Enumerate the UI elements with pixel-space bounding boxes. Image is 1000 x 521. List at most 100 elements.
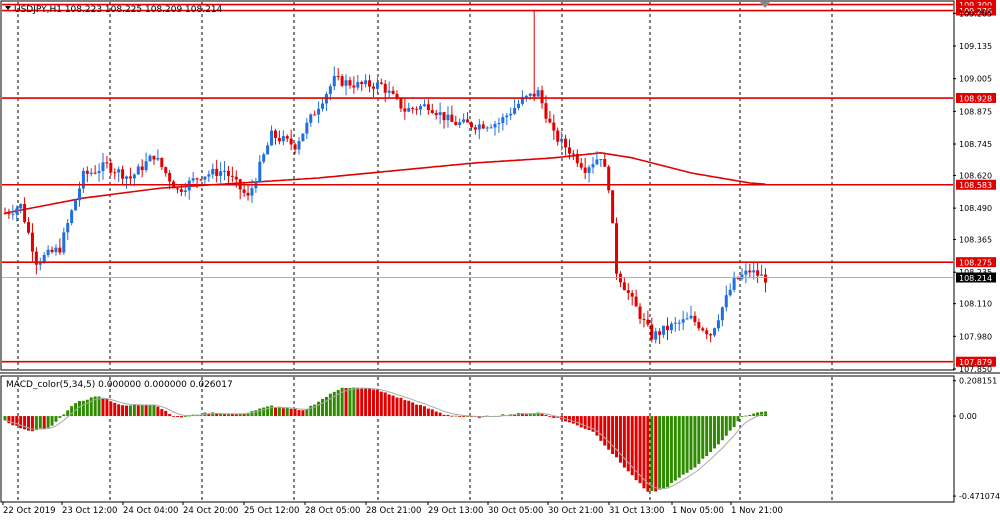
macd-bar-up — [669, 416, 673, 483]
bull-candle — [509, 113, 513, 116]
bear-candle — [481, 124, 485, 129]
bull-candle — [101, 162, 105, 172]
macd-bar-down — [540, 413, 544, 417]
macd-bar-up — [709, 416, 713, 452]
bull-candle — [387, 90, 391, 93]
macd-bar-up — [211, 412, 215, 417]
bear-candle — [403, 108, 407, 112]
bear-candle — [179, 189, 183, 192]
time-tick-label: 24 Oct 04:00 — [123, 506, 178, 516]
collapse-triangle-icon[interactable] — [5, 6, 11, 10]
bull-candle — [11, 213, 15, 215]
bear-candle — [93, 172, 97, 174]
macd-bar-down — [144, 405, 148, 417]
macd-bar-down — [446, 414, 450, 417]
bear-candle — [348, 80, 352, 86]
price-tick-label: 109.005 — [959, 75, 992, 84]
bear-candle — [50, 249, 54, 253]
bear-candle — [226, 170, 230, 176]
bear-candle — [175, 188, 179, 190]
bull-candle — [42, 254, 46, 262]
bear-candle — [277, 138, 281, 142]
bull-candle — [356, 82, 360, 88]
bear-candle — [293, 144, 297, 150]
macd-bar-down — [544, 414, 548, 417]
macd-header: MACD_color(5,34,5) 0.000000 0.000000 0.0… — [6, 380, 233, 390]
bear-candle — [168, 173, 172, 182]
bear-candle — [383, 83, 387, 93]
bull-candle — [422, 104, 426, 107]
macd-bar-up — [81, 400, 85, 417]
bear-candle — [634, 296, 638, 307]
bear-candle — [215, 168, 219, 176]
macd-bar-down — [438, 412, 442, 417]
bear-candle — [583, 167, 587, 173]
macd-bar-down — [273, 407, 277, 417]
bull-candle — [528, 93, 532, 96]
level-lines-layer[interactable] — [2, 3, 953, 363]
bull-candle — [309, 114, 313, 123]
price-tick-label: 108.365 — [959, 236, 992, 245]
price-tick-label: 108.745 — [959, 140, 992, 149]
trading-chart-window[interactable]: 109.300 109.276 108.928 108.583 108.275 107.8… — [0, 0, 1000, 517]
time-tick-label: 23 Oct 12:00 — [62, 506, 117, 516]
macd-bar-down — [164, 410, 168, 417]
macd-bar-down — [571, 416, 575, 424]
bear-candle — [395, 93, 399, 98]
macd-bar-up — [46, 416, 50, 428]
bull-candle — [19, 204, 23, 209]
macd-bar-up — [728, 416, 732, 431]
bear-candle — [607, 166, 611, 191]
macd-bar-up — [258, 408, 262, 417]
macd-bar-down — [11, 416, 15, 426]
macd-bar-down — [156, 406, 160, 417]
bull-candle — [419, 106, 423, 110]
bear-candle — [665, 325, 669, 331]
macd-bar-down — [391, 395, 395, 417]
bear-candle — [611, 190, 615, 224]
bull-candle — [716, 320, 720, 329]
time-tick-label: 28 Oct 21:00 — [366, 506, 421, 516]
macd-bar-up — [662, 416, 666, 489]
bear-candle — [705, 330, 709, 335]
macd-histogram-layer — [3, 387, 767, 492]
bull-candle — [505, 115, 509, 118]
macd-tick-label: -0.471074 — [959, 492, 1000, 501]
macd-bar-up — [454, 415, 458, 417]
macd-bar-down — [462, 416, 466, 417]
macd-bar-down — [344, 388, 348, 417]
bull-candle — [595, 159, 599, 165]
macd-bar-down — [434, 411, 438, 417]
bull-candle — [669, 323, 673, 331]
macd-bar-down — [395, 397, 399, 417]
bear-candle — [693, 315, 697, 323]
chart-canvas[interactable]: 109.300109.276108.928108.583108.275107.8… — [0, 0, 1000, 517]
price-tick-label: 107.980 — [959, 332, 992, 341]
bear-candle — [23, 204, 27, 223]
price-tick-label: 109.135 — [959, 42, 992, 51]
macd-bar-down — [407, 400, 411, 417]
bear-candle — [285, 136, 289, 139]
macd-bar-down — [281, 408, 285, 417]
macd-bar-down — [375, 389, 379, 417]
bear-candle — [454, 121, 458, 125]
macd-bar-down — [387, 394, 391, 417]
bull-candle — [332, 76, 336, 87]
bear-candle — [469, 122, 473, 128]
macd-bar-down — [450, 415, 454, 417]
macd-bar-up — [328, 393, 332, 417]
bull-candle — [305, 122, 309, 134]
macd-bar-up — [740, 415, 744, 417]
bear-candle — [411, 108, 415, 110]
bear-candle — [371, 86, 375, 89]
macd-bar-down — [430, 409, 434, 417]
macd-bar-down — [105, 398, 109, 417]
macd-bar-up — [128, 405, 132, 417]
macd-bar-down — [579, 416, 583, 428]
bull-candle — [183, 190, 187, 192]
bear-candle — [473, 127, 477, 130]
bull-candle — [136, 166, 140, 175]
bull-candle — [301, 133, 305, 142]
bull-candle — [89, 172, 93, 174]
bull-candle — [281, 136, 285, 142]
